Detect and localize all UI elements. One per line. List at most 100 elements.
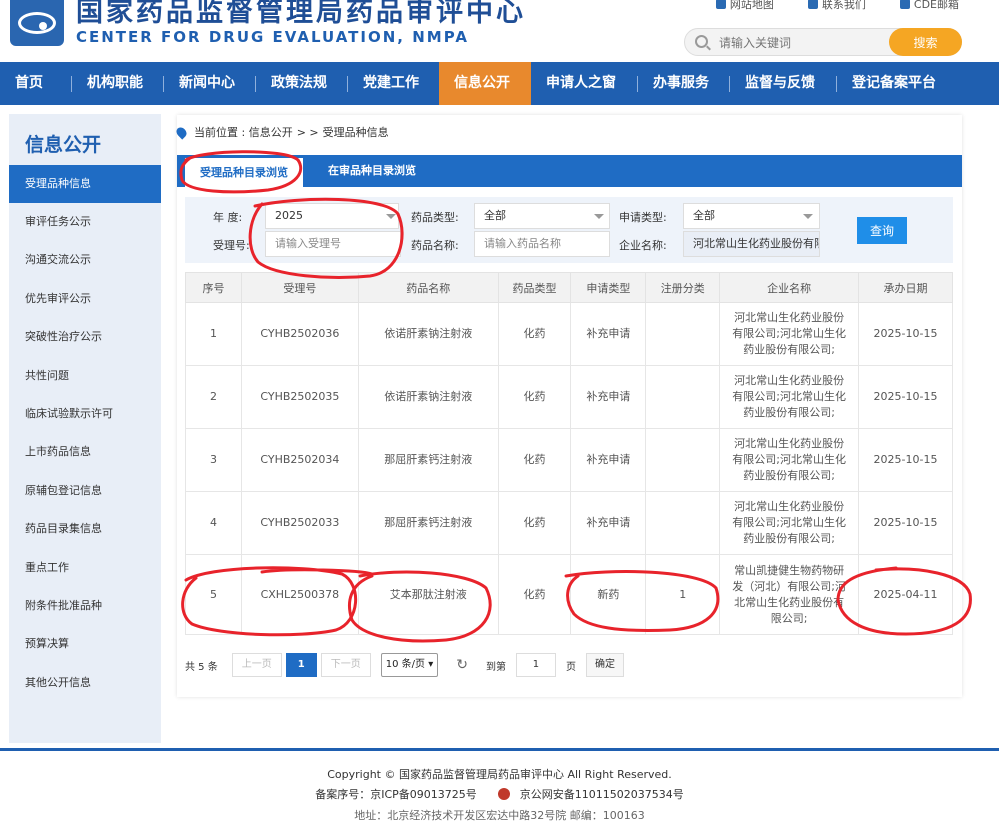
nav-supervision[interactable]: 监督与反馈 [730, 62, 837, 105]
prev-page-button[interactable]: 上一页 [231, 653, 282, 677]
nav-home[interactable]: 首页 [0, 62, 72, 105]
col-apply-type[interactable]: 申请类型 [570, 272, 647, 303]
sidebar-item-conditional[interactable]: 附条件批准品种 [9, 587, 161, 625]
table-row: 3 CYHB2502034 那屈肝素钙注射液 化药 补充申请 河北常山生化药业股… [185, 428, 953, 492]
cell-date: 2025-10-15 [858, 365, 953, 429]
cell-date: 2025-04-11 [858, 554, 953, 635]
company-input[interactable]: 河北常山生化药业股份有限公司 [683, 231, 820, 257]
logo-eye-icon [18, 12, 56, 34]
drug-name-input[interactable]: 请输入药品名称 [474, 231, 610, 257]
goto-page-input[interactable]: 1 [515, 653, 556, 677]
next-page-button[interactable]: 下一页 [320, 653, 371, 677]
sidebar-title: 信息公开 [25, 134, 102, 156]
results-table: 序号 受理号 药品名称 药品类型 申请类型 注册分类 企业名称 承办日期 1 C… [185, 272, 953, 635]
nav-policy[interactable]: 政策法规 [256, 62, 348, 105]
sidebar-item-breakthrough[interactable]: 突破性治疗公示 [9, 318, 161, 356]
col-company[interactable]: 企业名称 [719, 272, 860, 303]
filter-panel: 年 度: 2025 药品类型: 全部 申请类型: 全部 受理号: 请输入受理号 … [185, 197, 953, 263]
sidebar-item-review-tasks[interactable]: 审评任务公示 [9, 203, 161, 241]
icp-link[interactable]: 备案序号：京ICP备09013725号 [315, 788, 477, 801]
year-label: 年 度: [213, 211, 243, 224]
main-nav: 首页 机构职能 新闻中心 政策法规 党建工作 信息公开 申请人之窗 办事服务 监… [0, 62, 999, 105]
breadcrumb-separator: > > [296, 125, 319, 139]
sidebar-item-accepted[interactable]: 受理品种信息 [9, 165, 161, 203]
query-button[interactable]: 查询 [857, 217, 907, 244]
sidebar-item-catalog[interactable]: 药品目录集信息 [9, 510, 161, 548]
cell-apply-type: 补充申请 [570, 428, 647, 492]
cell-drug-type: 化药 [497, 554, 572, 635]
sidebar-item-excipients[interactable]: 原辅包登记信息 [9, 472, 161, 510]
nav-functions[interactable]: 机构职能 [72, 62, 164, 105]
col-reg-class[interactable]: 注册分类 [645, 272, 721, 303]
accept-no-input[interactable]: 请输入受理号 [265, 231, 401, 257]
tab-in-review-catalog[interactable]: 在审品种目录浏览 [317, 155, 427, 187]
site-footer: Copyright © 国家药品监督管理局药品审评中心 All Right Re… [0, 748, 999, 822]
nav-news[interactable]: 新闻中心 [164, 62, 256, 105]
current-page-button[interactable]: 1 [285, 653, 317, 677]
police-link[interactable]: 京公网安备11011502037534号 [520, 788, 684, 801]
nav-applicant[interactable]: 申请人之窗 [531, 62, 638, 105]
breadcrumb-parent[interactable]: 当前位置 : 信息公开 [194, 124, 293, 140]
page-size-select[interactable]: 10 条/页 ▾ [380, 653, 439, 677]
sidebar-item-priority[interactable]: 优先审评公示 [9, 280, 161, 318]
cell-drug-name[interactable]: 那屈肝素钙注射液 [357, 491, 499, 555]
cell-reg-class [645, 302, 721, 366]
nav-party[interactable]: 党建工作 [348, 62, 439, 105]
sidebar-item-marketed[interactable]: 上市药品信息 [9, 433, 161, 471]
col-drug-name[interactable]: 药品名称 [357, 272, 499, 303]
cell-drug-type: 化药 [497, 302, 572, 366]
cell-drug-name[interactable]: 那屈肝素钙注射液 [357, 428, 499, 492]
cell-apply-type: 新药 [570, 554, 647, 635]
col-index[interactable]: 序号 [185, 272, 242, 303]
col-accept-no[interactable]: 受理号 [240, 272, 359, 303]
nav-services[interactable]: 办事服务 [638, 62, 730, 105]
year-select[interactable]: 2025 [265, 203, 399, 229]
apply-type-select[interactable]: 全部 [683, 203, 820, 229]
drug-name-label: 药品名称: [411, 239, 459, 252]
mail-icon [899, 0, 910, 9]
sidebar-item-communication[interactable]: 沟通交流公示 [9, 241, 161, 279]
breadcrumb-current: 受理品种信息 [322, 126, 389, 139]
sidebar-item-key-work[interactable]: 重点工作 [9, 549, 161, 587]
cell-reg-class [645, 428, 721, 492]
cell-company: 河北常山生化药业股份有限公司;河北常山生化药业股份有限公司; [719, 302, 860, 366]
nav-info-public[interactable]: 信息公开 [439, 62, 531, 105]
breadcrumb: 当前位置 : 信息公开 > > 受理品种信息 [174, 124, 389, 140]
col-date[interactable]: 承办日期 [858, 272, 953, 303]
sidebar-item-budget[interactable]: 预算决算 [9, 625, 161, 663]
search-button[interactable]: 搜索 [889, 28, 962, 56]
nav-registration[interactable]: 登记备案平台 [837, 62, 959, 105]
sidebar-item-clinical-trial[interactable]: 临床试验默示许可 [9, 395, 161, 433]
contact-link[interactable]: 联系我们 [807, 0, 866, 12]
cell-drug-name[interactable]: 依诺肝素钠注射液 [357, 302, 499, 366]
mail-link[interactable]: CDE邮箱 [899, 0, 959, 12]
cde-logo[interactable] [10, 0, 64, 46]
confirm-button[interactable]: 确定 [585, 653, 624, 677]
cell-index: 1 [185, 302, 242, 366]
col-drug-type[interactable]: 药品类型 [497, 272, 572, 303]
sitemap-icon [715, 0, 726, 9]
year-chevron-down-icon [386, 214, 396, 219]
drug-type-label: 药品类型: [411, 211, 459, 224]
cell-accept-no: CYHB2502033 [240, 491, 359, 555]
cell-reg-class: 1 [645, 554, 721, 635]
sidebar-item-other[interactable]: 其他公开信息 [9, 664, 161, 702]
location-pin-icon [174, 124, 189, 140]
search-icon [695, 35, 708, 48]
tab-accepted-catalog[interactable]: 受理品种目录浏览 [185, 155, 303, 187]
cell-drug-name[interactable]: 依诺肝素钠注射液 [357, 365, 499, 429]
refresh-icon[interactable]: ↻ [456, 657, 468, 673]
table-row: 4 CYHB2502033 那屈肝素钙注射液 化药 补充申请 河北常山生化药业股… [185, 491, 953, 555]
tab-bar: 受理品种目录浏览 在审品种目录浏览 [177, 155, 962, 187]
main-content: 当前位置 : 信息公开 > > 受理品种信息 受理品种目录浏览 在审品种目录浏览… [174, 115, 962, 697]
drug-type-select[interactable]: 全部 [474, 203, 610, 229]
sidebar-item-common-issues[interactable]: 共性问题 [9, 357, 161, 395]
cell-drug-name[interactable]: 艾本那肽注射液 [357, 554, 499, 635]
cell-apply-type: 补充申请 [570, 365, 647, 429]
search-input[interactable] [719, 33, 869, 53]
table-row: 1 CYHB2502036 依诺肝素钠注射液 化药 补充申请 河北常山生化药业股… [185, 302, 953, 366]
cell-accept-no: CYHB2502035 [240, 365, 359, 429]
police-badge-icon [498, 788, 511, 800]
apply-type-chevron-down-icon [803, 214, 813, 219]
sitemap-link[interactable]: 网站地图 [715, 0, 774, 12]
